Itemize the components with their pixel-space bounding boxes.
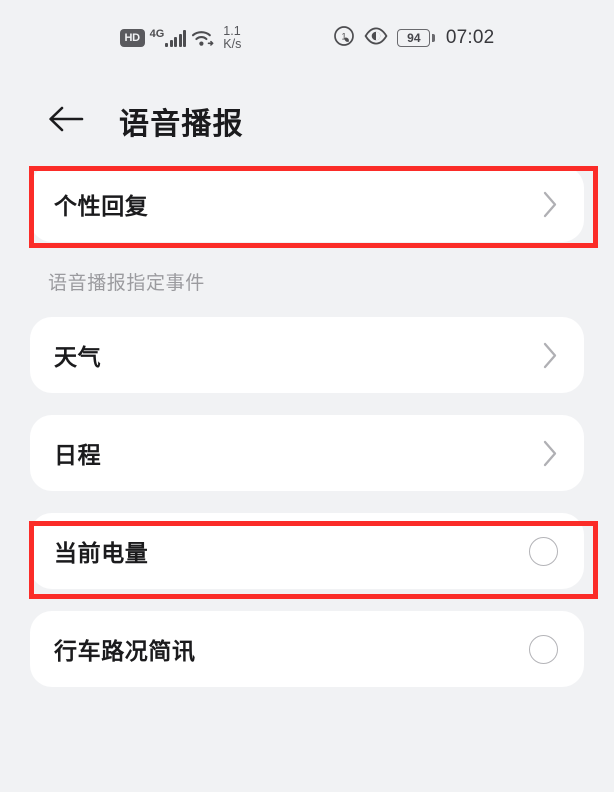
section-header-label: 语音播报指定事件	[48, 273, 205, 294]
radio-button-current-battery[interactable]	[529, 536, 558, 566]
do-not-disturb-icon: 1	[333, 25, 355, 52]
page-title: 语音播报	[119, 108, 244, 141]
data-speed-unit: K/s	[223, 37, 242, 51]
cellular-signal-group: 4G	[149, 27, 187, 47]
chevron-right-icon	[542, 440, 558, 467]
wifi-icon	[191, 29, 215, 48]
battery-percent-label: 94	[407, 31, 421, 45]
status-bar-clock: 07:02	[445, 27, 495, 48]
status-bar-right-group: 1 94 07:02	[333, 25, 494, 52]
list-item-weather[interactable]: 天气	[30, 317, 584, 393]
list-item-personalized-reply[interactable]: 个性回复	[30, 166, 584, 242]
app-bar: 语音播报	[0, 76, 614, 166]
chevron-right-icon	[542, 191, 558, 218]
settings-list: 个性回复 语音播报指定事件 天气 日程 当前电量 行车路况简讯	[0, 166, 614, 687]
hd-icon: HD	[119, 29, 145, 47]
list-item-label: 日程	[54, 442, 102, 468]
battery-icon: 94	[397, 29, 435, 47]
list-item-label: 天气	[54, 344, 102, 370]
data-speed-indicator: 1.1 K/s	[223, 25, 241, 51]
status-bar: HD 4G 1.1 K/s 1 94 07:02	[0, 0, 614, 76]
list-item-current-battery[interactable]: 当前电量	[30, 513, 584, 589]
signal-bars-icon	[165, 29, 187, 47]
back-arrow-icon	[47, 104, 85, 139]
list-item-label: 个性回复	[54, 193, 149, 219]
list-item-traffic-brief[interactable]: 行车路况简讯	[30, 611, 584, 687]
radio-button-traffic-brief[interactable]	[529, 634, 558, 664]
phone-screen: HD 4G 1.1 K/s 1 94 07:02 语音播报 个性回复 语音播报指…	[0, 0, 614, 792]
chevron-right-icon	[542, 342, 558, 369]
list-item-label: 当前电量	[54, 540, 149, 566]
status-bar-left-group: HD 4G 1.1 K/s	[119, 25, 241, 51]
list-item-schedule[interactable]: 日程	[30, 415, 584, 491]
eye-comfort-icon	[364, 26, 388, 50]
back-button[interactable]	[46, 101, 86, 141]
list-item-label: 行车路况简讯	[54, 638, 196, 664]
network-type-label: 4G	[149, 27, 165, 40]
